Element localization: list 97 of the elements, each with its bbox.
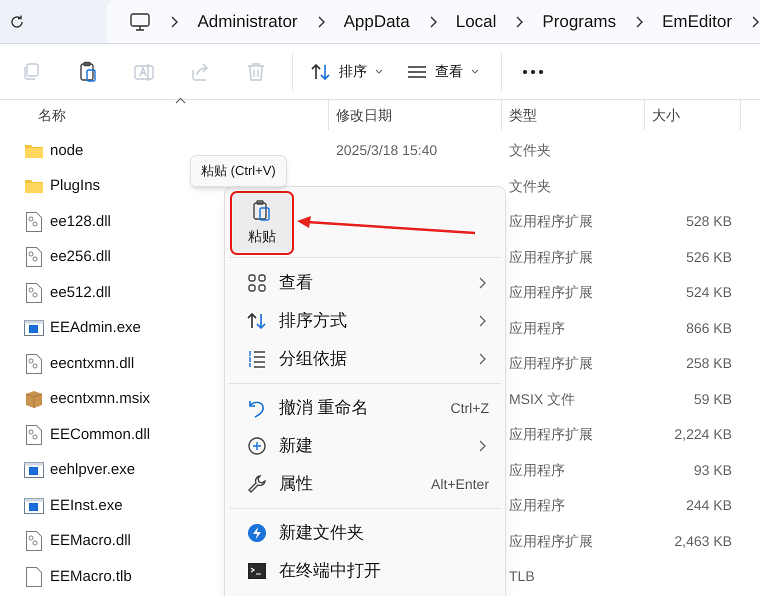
tooltip: 粘贴 (Ctrl+V) xyxy=(190,155,287,187)
chevron-icon[interactable] xyxy=(750,14,760,28)
list-icon xyxy=(247,349,267,369)
lightning-circle-icon xyxy=(247,523,267,543)
type-cell: 应用程序扩展 xyxy=(509,426,593,442)
menu-item[interactable]: 新建 xyxy=(229,427,501,465)
size-cell: 524 KB xyxy=(686,284,732,300)
more-icon[interactable] xyxy=(522,68,544,74)
terminal-icon xyxy=(247,562,267,580)
type-cell: 应用程序扩展 xyxy=(509,532,593,549)
type-cell: 应用程序扩展 xyxy=(509,248,593,265)
menu-item[interactable]: 分组依据 xyxy=(229,340,501,378)
column-header[interactable]: 名称 xyxy=(0,100,329,130)
caret-icon xyxy=(471,69,479,74)
folder-icon xyxy=(24,142,44,159)
chevron-icon xyxy=(478,276,487,290)
computer-icon[interactable] xyxy=(129,12,152,32)
type-cell: 应用程序 xyxy=(509,497,565,514)
file-name[interactable]: node xyxy=(50,140,84,162)
chevron-icon[interactable] xyxy=(428,14,438,28)
menu-item[interactable]: 在终端中打开 xyxy=(229,552,501,590)
breadcrumb-item[interactable]: Local xyxy=(456,8,496,34)
file-name[interactable]: PlugIns xyxy=(50,175,100,198)
file-name[interactable]: ee128.dll xyxy=(50,210,111,233)
size-cell: 528 KB xyxy=(686,213,732,230)
type-cell: 应用程序 xyxy=(509,320,565,336)
breadcrumb-item[interactable]: Programs xyxy=(542,8,616,34)
type-cell: 文件夹 xyxy=(509,142,551,158)
file-name[interactable]: EEAdmin.exe xyxy=(50,317,141,340)
file-name[interactable]: eecntxmn.dll xyxy=(50,352,134,375)
size-cell: 59 KB xyxy=(694,390,732,407)
file-name[interactable]: EECommon.dll xyxy=(50,424,150,446)
size-cell: 526 KB xyxy=(686,248,732,265)
caret-icon xyxy=(375,69,383,74)
date-cell: 2025/3/18 15:40 xyxy=(336,142,438,158)
size-cell: 244 KB xyxy=(686,497,732,514)
breadcrumb-item[interactable]: AppData xyxy=(344,8,410,34)
view-button[interactable]: 查看 xyxy=(393,54,493,90)
chevron-icon[interactable] xyxy=(316,14,326,28)
column-header[interactable]: 修改日期 xyxy=(329,100,502,130)
lines-icon xyxy=(407,64,427,78)
window-icon xyxy=(24,496,44,515)
size-cell: 2,463 KB xyxy=(674,532,732,549)
size-cell: 258 KB xyxy=(686,355,732,372)
size-cell: 866 KB xyxy=(686,320,732,336)
undo-icon xyxy=(247,398,267,418)
type-cell: MSIX 文件 xyxy=(509,390,576,407)
gear-file-icon xyxy=(24,530,44,552)
column-header[interactable]: 类型 xyxy=(502,100,645,130)
file-name[interactable]: ee512.dll xyxy=(50,282,111,304)
gear-file-icon xyxy=(24,282,44,304)
type-cell: 应用程序扩展 xyxy=(509,355,593,372)
paste-icon xyxy=(252,200,272,222)
chevron-icon xyxy=(478,439,487,453)
size-cell: 2,224 KB xyxy=(674,426,732,442)
window-icon xyxy=(24,319,44,338)
file-name[interactable]: eecntxmn.msix xyxy=(50,388,150,410)
type-cell: 文件夹 xyxy=(509,178,551,194)
menu-item[interactable]: 新建文件夹 xyxy=(229,514,501,552)
plus-circle-icon xyxy=(247,436,267,456)
folder-icon xyxy=(24,178,44,194)
gear-file-icon xyxy=(24,352,44,375)
menu-item[interactable]: 属性 Alt+Enter xyxy=(229,465,501,503)
chevron-icon[interactable] xyxy=(514,14,524,28)
type-cell: 应用程序扩展 xyxy=(509,213,593,230)
window-icon xyxy=(24,461,44,480)
file-name[interactable]: EEInst.exe xyxy=(50,494,123,517)
file-name[interactable]: EEMacro.dll xyxy=(50,530,131,552)
column-header[interactable]: 大小 xyxy=(645,100,741,130)
file-name[interactable]: ee256.dll xyxy=(50,246,111,268)
type-cell: 应用程序扩展 xyxy=(509,284,593,300)
menu-item[interactable]: 撤消 重命名 Ctrl+Z xyxy=(229,389,501,427)
file-icon xyxy=(24,566,44,588)
sort-icon xyxy=(311,62,331,80)
gear-file-icon xyxy=(24,210,44,233)
chevron-icon xyxy=(478,314,487,328)
gear-file-icon xyxy=(24,246,44,268)
breadcrumb-item[interactable]: Administrator xyxy=(197,8,298,34)
type-cell: 应用程序 xyxy=(509,462,565,478)
breadcrumb-item[interactable]: EmEditor xyxy=(662,8,732,34)
type-cell: TLB xyxy=(509,568,535,584)
chevron-icon[interactable] xyxy=(169,14,180,28)
sort-button[interactable]: 排序 xyxy=(301,54,393,90)
menu-item[interactable]: 排序方式 xyxy=(229,302,501,340)
chevron-icon[interactable] xyxy=(634,14,644,28)
file-name[interactable]: EEMacro.tlb xyxy=(50,566,132,588)
wrench-icon xyxy=(247,474,267,494)
sort-caret-icon xyxy=(175,97,186,104)
gear-file-icon xyxy=(24,424,44,446)
chevron-icon xyxy=(478,352,487,366)
paste-button[interactable]: 粘贴 xyxy=(231,192,293,254)
grid-icon xyxy=(247,273,267,293)
box-icon xyxy=(24,389,44,410)
file-name[interactable]: eehlpver.exe xyxy=(50,459,136,482)
menu-item[interactable]: 查看 xyxy=(229,264,501,302)
sort-icon xyxy=(247,312,267,330)
size-cell: 93 KB xyxy=(694,462,732,478)
